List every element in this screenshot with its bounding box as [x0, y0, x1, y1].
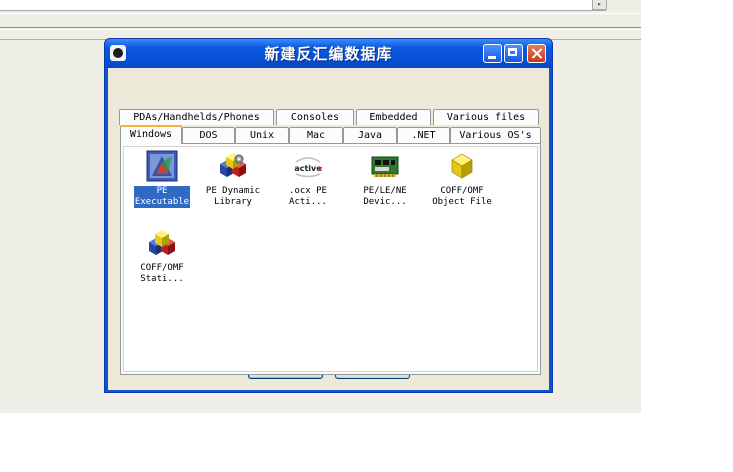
tab-java[interactable]: Java	[343, 127, 397, 143]
tab-panel-windows: PE Executable PE Dynamic Library active …	[120, 143, 541, 375]
tab-pdas-handhelds-phones[interactable]: PDAs/Handhelds/Phones	[119, 109, 274, 125]
background-divider	[0, 27, 641, 28]
list-item-ocx-pe-activex[interactable]: active x .ocx PE Acti...	[273, 150, 343, 208]
maximize-button[interactable]	[504, 44, 523, 63]
list-item-label: PE Dynamic Library	[205, 186, 261, 207]
list-item-label: COFF/OMF Object File	[432, 186, 492, 207]
device-chip-icon	[371, 156, 399, 177]
list-item-pe-executable[interactable]: PE Executable	[127, 150, 197, 208]
background-divider	[0, 13, 641, 14]
dialog-titlebar[interactable]: 新建反汇编数据库	[105, 39, 552, 68]
background-divider	[0, 29, 641, 30]
activex-icon: active x	[294, 157, 323, 178]
dll-cubes-icon	[220, 153, 246, 177]
tab-unix[interactable]: Unix	[235, 127, 289, 143]
list-item-coff-omf-static[interactable]: COFF/OMF Stati...	[127, 227, 197, 285]
list-item-label: PE/LE/NE Devic...	[363, 186, 407, 207]
tab-various-files[interactable]: Various files	[433, 109, 539, 125]
tab-various-oss[interactable]: Various OS's	[450, 127, 541, 143]
list-item-pe-dynamic-library[interactable]: PE Dynamic Library	[198, 150, 268, 208]
background-text-field	[0, 0, 606, 11]
tab-dos[interactable]: DOS	[182, 127, 235, 143]
minimize-button[interactable]	[483, 44, 502, 63]
tab-windows[interactable]: Windows	[120, 125, 182, 144]
list-item-coff-omf-object-file[interactable]: COFF/OMF Object File	[427, 150, 497, 208]
tab-embedded[interactable]: Embedded	[356, 109, 431, 125]
pe-executable-icon	[146, 150, 178, 182]
loader-list-view[interactable]: PE Executable PE Dynamic Library active …	[123, 146, 538, 372]
list-item-pe-le-ne-device[interactable]: PE/LE/NE Devic...	[350, 150, 420, 208]
tab-mac[interactable]: Mac	[289, 127, 343, 143]
list-item-label: PE Executable	[133, 186, 191, 208]
dialog-client-area: PDAs/Handhelds/Phones Consoles Embedded …	[108, 68, 549, 390]
tab-dotnet[interactable]: .NET	[397, 127, 450, 143]
yellow-cube-icon	[451, 153, 473, 179]
background-scroll-button[interactable]: ▸	[592, 0, 607, 10]
new-disassembly-database-dialog: 新建反汇编数据库 PDAs/Handhelds/Phones Consoles …	[104, 38, 553, 393]
tab-consoles[interactable]: Consoles	[276, 109, 354, 125]
list-item-label: COFF/OMF Stati...	[140, 263, 184, 284]
svg-text:x: x	[318, 165, 323, 173]
close-button[interactable]	[527, 44, 546, 63]
stacked-cubes-icon	[149, 230, 175, 255]
list-item-label: .ocx PE Acti...	[289, 186, 327, 207]
